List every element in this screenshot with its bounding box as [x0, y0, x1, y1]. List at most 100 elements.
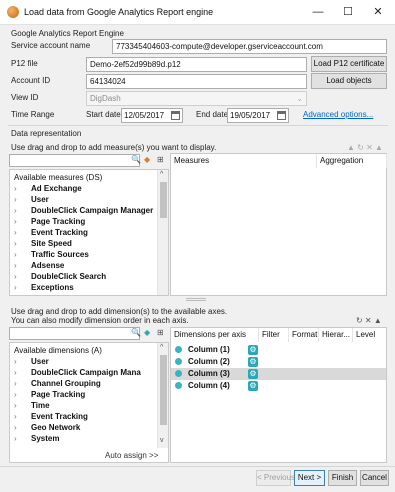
- expand-icon[interactable]: ⊞: [157, 155, 164, 164]
- tree-item[interactable]: › Event Tracking: [14, 411, 88, 422]
- calendar-icon[interactable]: [277, 111, 286, 120]
- end-date-value: 19/05/2017: [230, 111, 271, 120]
- tree-item[interactable]: › Geo Network: [14, 422, 80, 433]
- gear-icon[interactable]: ⚙: [248, 369, 258, 379]
- tree-item[interactable]: › Time: [14, 400, 50, 411]
- dimensions-axis-table[interactable]: Dimensions per axis Filter Format Hierar…: [170, 327, 387, 463]
- measures-search-input[interactable]: [9, 154, 140, 167]
- tree-item[interactable]: › Adsense: [14, 260, 64, 271]
- service-account-label: Service account name: [11, 41, 91, 50]
- hierarchy-header[interactable]: Hierar...: [319, 328, 353, 342]
- dimensions-hint-2: You can also modify dimension order in e…: [11, 316, 189, 325]
- scrollbar[interactable]: ^ v: [157, 343, 168, 448]
- axis-dot-icon: [175, 358, 182, 365]
- close-button[interactable]: ✕: [367, 4, 389, 20]
- next-button[interactable]: Next >: [294, 470, 325, 486]
- measures-tree-root: Available measures (DS): [14, 173, 103, 182]
- start-date-label: Start date:: [86, 110, 123, 119]
- start-date-value: 12/05/2017: [124, 111, 165, 120]
- axis-dot-icon: [175, 346, 182, 353]
- measures-tree: Available measures (DS) › Ad Exchange › Us…: [9, 169, 169, 296]
- dimensions-tree: Available dimensions (A) › User › DoubleCl…: [9, 342, 169, 463]
- splitter-handle[interactable]: [186, 298, 206, 301]
- tree-item[interactable]: › System: [14, 433, 59, 444]
- time-range-label: Time Range: [11, 110, 55, 119]
- gear-icon[interactable]: ⚙: [248, 381, 258, 391]
- tree-item[interactable]: › Event Tracking: [14, 227, 88, 238]
- search-icon[interactable]: 🔍: [131, 155, 141, 164]
- finish-button[interactable]: Finish: [328, 470, 357, 486]
- calendar-icon[interactable]: [171, 111, 180, 120]
- measures-column-header[interactable]: Measures: [171, 154, 317, 168]
- dimensions-hint-1: Use drag and drop to add dimension(s) to…: [11, 307, 228, 316]
- format-header[interactable]: Format: [289, 328, 319, 342]
- account-id-field[interactable]: 64134024: [86, 74, 307, 89]
- cancel-button[interactable]: Cancel: [360, 470, 389, 486]
- tree-item[interactable]: › Page Tracking: [14, 389, 85, 400]
- search-icon[interactable]: 🔍: [131, 328, 141, 337]
- tree-item[interactable]: › Ad Exchange: [14, 183, 82, 194]
- dimensions-toolbar-icons[interactable]: ↻ ✕ ▲: [356, 316, 382, 325]
- gear-icon[interactable]: ⚙: [248, 345, 258, 355]
- scroll-up-icon[interactable]: ^: [160, 171, 163, 178]
- tree-item[interactable]: › Exceptions: [14, 282, 74, 293]
- scroll-thumb[interactable]: [160, 182, 167, 218]
- tree-item[interactable]: › Traffic Sources: [14, 249, 89, 260]
- scroll-up-icon[interactable]: ^: [160, 344, 163, 351]
- scroll-thumb[interactable]: [160, 355, 167, 425]
- tree-item[interactable]: › DoubleClick Search: [14, 271, 106, 282]
- axis-row[interactable]: Column (4) ⚙: [171, 380, 386, 392]
- service-account-field[interactable]: 773345404603-compute@developer.gservicea…: [112, 39, 387, 54]
- level-header[interactable]: Level: [353, 328, 387, 342]
- tree-item[interactable]: › User: [14, 194, 49, 205]
- maximize-button[interactable]: ☐: [337, 4, 359, 20]
- title-bar: Load data from Google Analytics Report e…: [0, 0, 395, 25]
- ga-section-title: Google Analytics Report Engine: [11, 29, 124, 38]
- minimize-button[interactable]: —: [307, 4, 329, 20]
- view-id-label: View ID: [11, 93, 39, 102]
- tree-item[interactable]: › DoubleClick Campaign Manager: [14, 205, 153, 216]
- footer-divider: [0, 466, 395, 467]
- axis-row[interactable]: Column (2) ⚙: [171, 356, 386, 368]
- measures-toolbar-icons[interactable]: ▲ ↻ ✕ ▲: [347, 143, 383, 152]
- tree-item[interactable]: › DoubleClick Campaign Mana: [14, 367, 141, 378]
- advanced-options-link[interactable]: Advanced options...: [303, 110, 373, 119]
- scrollbar[interactable]: ^: [157, 170, 168, 295]
- gear-icon[interactable]: ⚙: [248, 357, 258, 367]
- tree-item[interactable]: › Channel Grouping: [14, 378, 101, 389]
- axis-dot-icon: [175, 370, 182, 377]
- view-id-select: DigDash ⌄: [86, 91, 307, 106]
- data-representation-title: Data representation: [11, 129, 82, 138]
- measures-hint: Use drag and drop to add measure(s) you …: [11, 143, 217, 152]
- previous-button[interactable]: < Previous: [256, 470, 295, 486]
- tree-item[interactable]: › Site Speed: [14, 238, 72, 249]
- scroll-down-icon[interactable]: v: [160, 437, 164, 444]
- aggregation-column-header[interactable]: Aggregation: [317, 154, 387, 168]
- filter-icon[interactable]: ◆: [144, 328, 150, 337]
- filter-header[interactable]: Filter: [259, 328, 289, 342]
- divider: [8, 125, 388, 126]
- view-id-value: DigDash: [90, 94, 121, 103]
- end-date-label: End date:: [196, 110, 231, 119]
- chevron-down-icon: ⌄: [296, 94, 303, 103]
- p12-file-label: P12 file: [11, 59, 38, 68]
- window-title: Load data from Google Analytics Report e…: [24, 7, 214, 17]
- axis-row-selected[interactable]: Column (3) ⚙: [171, 368, 386, 380]
- app-icon: [7, 6, 19, 18]
- tree-item[interactable]: › Page Tracking: [14, 216, 85, 227]
- load-objects-button[interactable]: Load objects: [311, 73, 387, 89]
- dimensions-per-axis-header[interactable]: Dimensions per axis: [171, 328, 259, 342]
- end-date-picker[interactable]: 19/05/2017: [227, 108, 289, 123]
- dimensions-tree-root: Available dimensions (A): [14, 346, 102, 355]
- account-id-label: Account ID: [11, 76, 51, 85]
- measures-table[interactable]: Measures Aggregation: [170, 153, 387, 296]
- start-date-picker[interactable]: 12/05/2017: [121, 108, 183, 123]
- expand-icon[interactable]: ⊞: [157, 328, 164, 337]
- dimensions-search-input[interactable]: [9, 327, 140, 340]
- tree-item[interactable]: › User: [14, 356, 49, 367]
- axis-row[interactable]: Column (1) ⚙: [171, 344, 386, 356]
- auto-assign-button[interactable]: Auto assign >>: [105, 451, 158, 460]
- load-p12-button[interactable]: Load P12 certificate: [311, 56, 387, 72]
- eraser-icon[interactable]: ◆: [144, 155, 150, 164]
- p12-file-field[interactable]: Demo-2ef52d99b89d.p12: [86, 57, 307, 72]
